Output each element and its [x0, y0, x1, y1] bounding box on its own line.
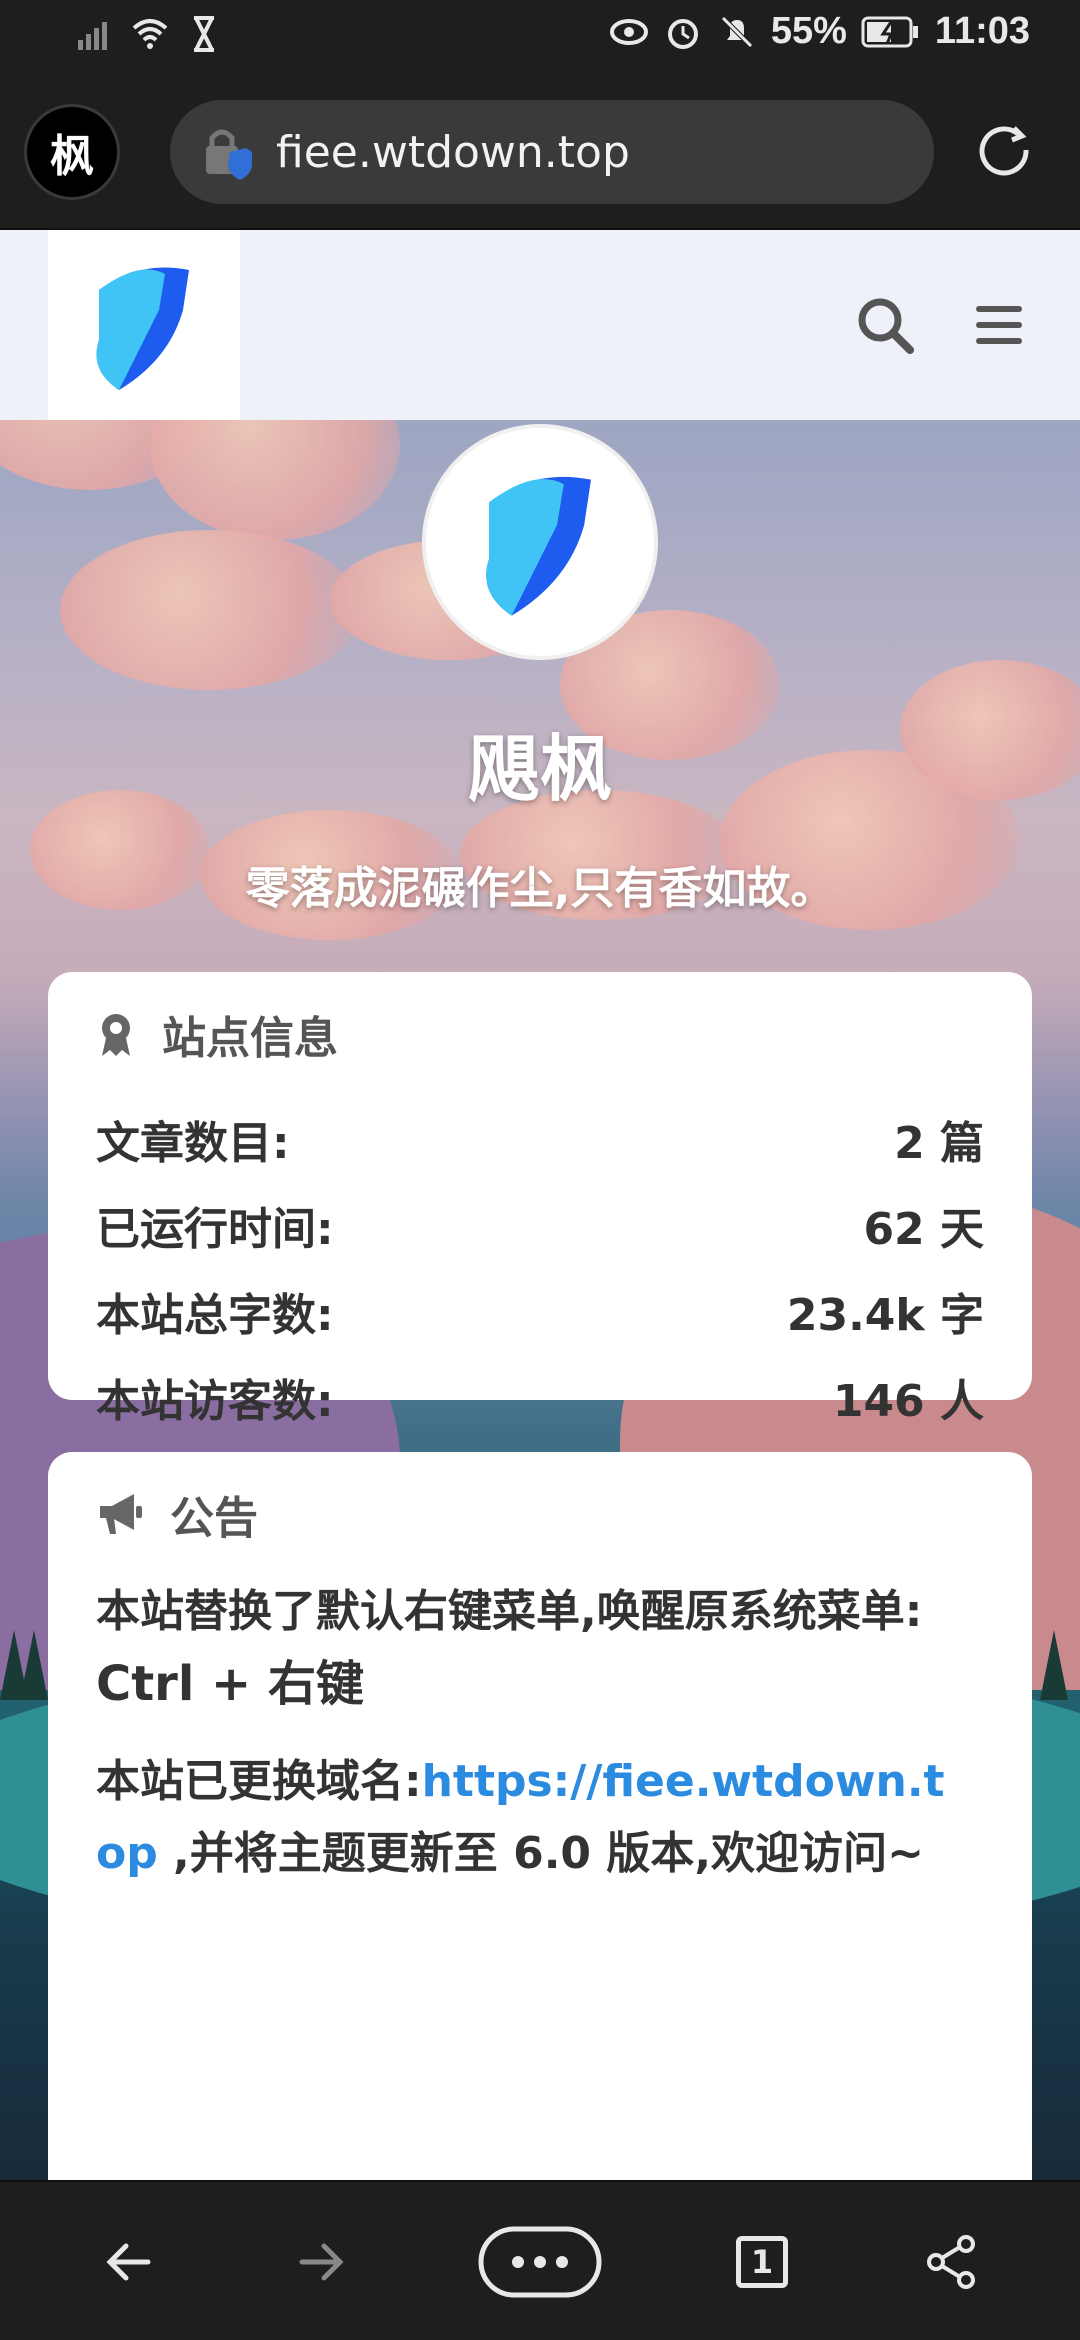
- info-row: 已运行时间: 62 天: [96, 1182, 984, 1268]
- web-page: 飓枫 零落成泥碾作尘,只有香如故。 站点信息 文章数目: 2 篇已运行时间: 62 …: [0, 230, 1080, 2180]
- arrow-left-icon: [106, 2243, 151, 2281]
- notice-card: 公告 本站替换了默认右键菜单,唤醒原系统菜单: Ctrl + 右键 本站已更换域名…: [48, 1452, 1032, 2180]
- signal-icon: [78, 22, 107, 50]
- hourglass-icon: [194, 16, 214, 52]
- battery-icon: [861, 16, 918, 47]
- info-value: 2 篇: [894, 1118, 984, 1169]
- back-button[interactable]: [90, 2222, 170, 2302]
- wifi-icon: [132, 19, 168, 49]
- domain-link[interactable]: op: [96, 1828, 158, 1879]
- share-button[interactable]: [922, 2222, 982, 2302]
- card-title: 公告: [96, 1452, 984, 1576]
- arrow-right-icon: [299, 2243, 344, 2281]
- mute-icon: [721, 15, 753, 48]
- site-logo[interactable]: [48, 230, 240, 420]
- leaf-logo-icon: [486, 476, 591, 616]
- author-name: 飓枫: [467, 727, 612, 811]
- more-dots-icon: [478, 2226, 602, 2298]
- info-label: 本站访客数:: [96, 1376, 334, 1427]
- alarm-icon: [667, 18, 698, 49]
- tabs-count: 1: [736, 2236, 788, 2288]
- forward-button[interactable]: [280, 2222, 360, 2302]
- menu-icon[interactable]: [964, 290, 1034, 360]
- info-row: 本站访客数: 146 人: [96, 1354, 984, 1440]
- eye-icon: [609, 18, 648, 45]
- status-bar: 55% 11:03: [0, 0, 1080, 70]
- search-icon[interactable]: [850, 290, 920, 360]
- tabs-button[interactable]: 1: [732, 2222, 792, 2302]
- author-motto: 零落成泥碾作尘,只有香如故。: [245, 863, 835, 914]
- address-bar[interactable]: fiee.wtdown.top: [170, 100, 934, 204]
- leaf-logo-icon: [96, 267, 189, 390]
- share-icon: [927, 2235, 975, 2289]
- lock-shield-icon: [206, 129, 252, 180]
- browser-bottom-bar: 1: [0, 2180, 1080, 2340]
- domain-link[interactable]: https://fiee.wtdown.t: [422, 1756, 945, 1807]
- info-label: 已运行时间:: [96, 1204, 334, 1255]
- site-badge-button[interactable]: 枫: [24, 104, 120, 200]
- notice-line-1: 本站替换了默认右键菜单,唤醒原系统菜单: Ctrl + 右键: [96, 1586, 923, 1712]
- more-menu-button[interactable]: [478, 2222, 602, 2302]
- bullhorn-icon: [100, 1494, 142, 1534]
- url-text: fiee.wtdown.top: [276, 126, 630, 178]
- info-value: 62 天: [863, 1204, 984, 1255]
- award-icon: [102, 1014, 130, 1056]
- card-title: 站点信息: [96, 972, 984, 1096]
- notice-line-2: 本站已更换域名:https://fiee.wtdown.t op ,并将主题更新…: [96, 1756, 945, 1879]
- info-label: 文章数目:: [96, 1118, 290, 1169]
- info-label: 本站总字数:: [96, 1290, 334, 1341]
- battery-percent: 55%: [770, 10, 847, 52]
- info-value: 23.4k 字: [786, 1290, 984, 1341]
- site-header: [0, 230, 1080, 420]
- info-value: 146 人: [832, 1376, 984, 1427]
- reload-icon[interactable]: [974, 120, 1038, 184]
- site-info-card: 站点信息 文章数目: 2 篇已运行时间: 62 天本站总字数: 23.4k 字本站访客…: [48, 972, 1032, 1599]
- author-avatar[interactable]: [422, 424, 658, 660]
- clock: 11:03: [934, 10, 1030, 52]
- info-row: 文章数目: 2 篇: [96, 1096, 984, 1182]
- info-row: 本站总字数: 23.4k 字: [96, 1268, 984, 1354]
- browser-toolbar: 枫 fiee.wtdown.top: [0, 70, 1080, 230]
